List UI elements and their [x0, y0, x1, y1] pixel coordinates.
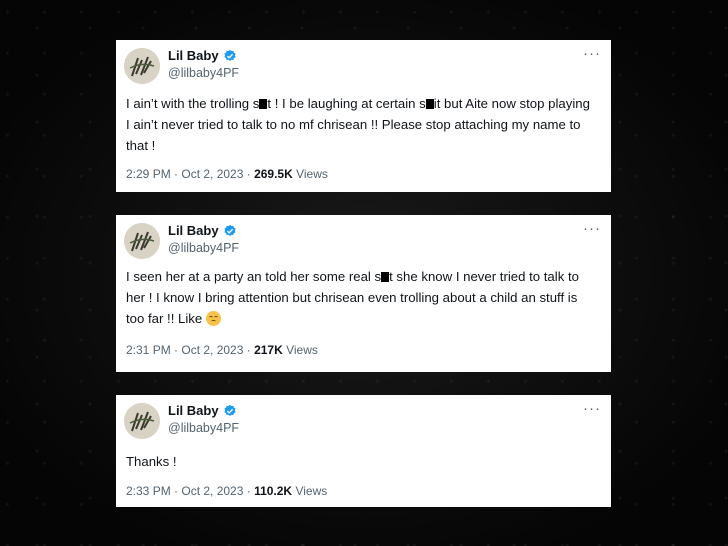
censor-bar	[381, 272, 390, 282]
author-name[interactable]: Lil Baby	[168, 223, 219, 238]
views-count: 110.2K	[254, 484, 293, 498]
author-name[interactable]: Lil Baby	[168, 48, 219, 63]
tweet-card[interactable]: Lil Baby @lilbaby4PF ··· Thanks ! 2:33 P…	[116, 395, 611, 507]
author-handle[interactable]: @lilbaby4PF	[168, 421, 239, 435]
avatar[interactable]	[124, 223, 160, 259]
avatar[interactable]	[124, 48, 160, 84]
tweet-text: Thanks !	[126, 454, 177, 469]
views-label: Views	[292, 167, 328, 181]
timestamp[interactable]: 2:29 PM · Oct 2, 2023 ·	[126, 167, 254, 181]
tweet-card[interactable]: Lil Baby @lilbaby4PF ··· I ain’t with th…	[116, 40, 611, 192]
tweet-text: I ain’t with the trolling st ! I be laug…	[126, 96, 590, 153]
tweet-meta: 2:33 PM · Oct 2, 2023 · 110.2K Views	[126, 484, 327, 498]
more-options-icon[interactable]: ···	[583, 220, 601, 237]
verified-badge-icon	[224, 49, 236, 61]
more-options-icon[interactable]: ···	[583, 45, 601, 62]
verified-badge-icon	[224, 404, 236, 416]
verified-badge-icon	[224, 224, 236, 236]
author-handle[interactable]: @lilbaby4PF	[168, 66, 239, 80]
censor-bar	[425, 99, 434, 109]
tweet-text: I seen her at a party an told her some r…	[126, 269, 579, 326]
avatar[interactable]	[124, 403, 160, 439]
unamused-face-emoji	[205, 311, 221, 326]
views-label: Views	[292, 484, 328, 498]
author-handle[interactable]: @lilbaby4PF	[168, 241, 239, 255]
timestamp[interactable]: 2:33 PM · Oct 2, 2023 ·	[126, 484, 254, 498]
views-count: 217K	[254, 343, 283, 357]
tweet-meta: 2:29 PM · Oct 2, 2023 · 269.5K Views	[126, 167, 328, 181]
more-options-icon[interactable]: ···	[583, 400, 601, 417]
timestamp[interactable]: 2:31 PM · Oct 2, 2023 ·	[126, 343, 254, 357]
views-count: 269.5K	[254, 167, 293, 181]
views-label: Views	[282, 343, 318, 357]
tweet-card[interactable]: Lil Baby @lilbaby4PF ··· I seen her at a…	[116, 215, 611, 372]
author-name[interactable]: Lil Baby	[168, 403, 219, 418]
tweet-meta: 2:31 PM · Oct 2, 2023 · 217K Views	[126, 343, 318, 357]
